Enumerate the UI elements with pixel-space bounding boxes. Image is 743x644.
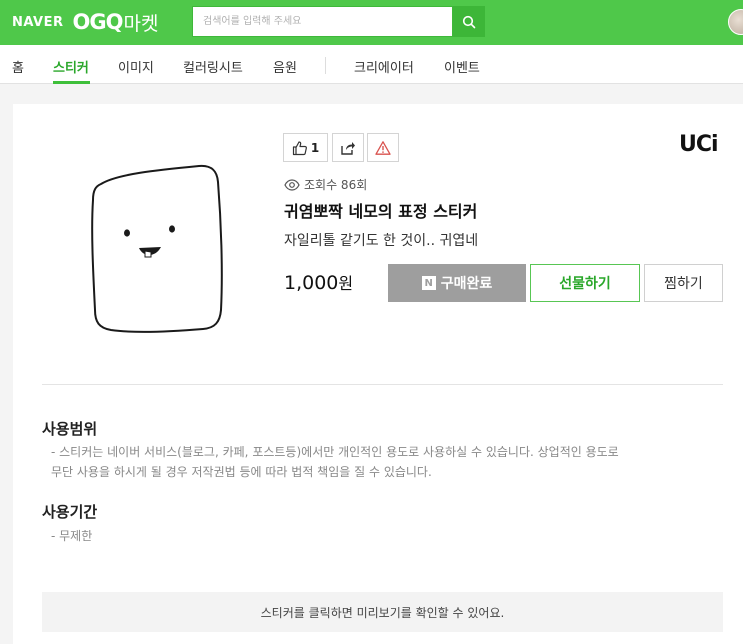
logo-market-text: 마켓	[123, 12, 159, 35]
preview-notice: 스티커를 클릭하면 미리보기를 확인할 수 있어요.	[42, 592, 723, 632]
purchased-label: 구매완료	[440, 276, 493, 292]
view-count: 조회수 86회	[284, 176, 367, 193]
gift-button[interactable]: 선물하기	[530, 264, 640, 302]
purchased-button[interactable]: N 구매완료	[388, 264, 526, 302]
nav-item-sticker[interactable]: 스티커	[53, 57, 89, 76]
search-button[interactable]	[453, 6, 485, 37]
nav-active-indicator	[53, 81, 90, 84]
eye-icon	[284, 178, 300, 191]
sticker-right-eye	[169, 225, 175, 233]
like-button[interactable]: 1	[283, 133, 328, 162]
product-price: 1,000원	[284, 270, 353, 294]
product-description: 자일리톨 같기도 한 것이.. 귀엽네	[284, 233, 479, 249]
section-divider	[42, 384, 723, 385]
usage-scope-title: 사용범위	[42, 420, 98, 438]
nav-item-coloring-sheet[interactable]: 컬러링시트	[183, 57, 243, 76]
usage-period-title: 사용기간	[42, 503, 98, 521]
sticker-left-eye	[124, 229, 130, 237]
nav-item-image[interactable]: 이미지	[118, 57, 154, 76]
share-icon	[341, 141, 355, 155]
warning-icon	[375, 140, 391, 155]
usage-period-text: - 무제한	[51, 529, 93, 543]
nav-item-music[interactable]: 음원	[273, 57, 297, 76]
wishlist-button[interactable]: 찜하기	[644, 264, 723, 302]
naver-ogq-market-logo[interactable]: NAVER OGQ 마켓	[12, 9, 158, 35]
naver-n-icon: N	[421, 276, 436, 290]
nav-item-event[interactable]: 이벤트	[444, 57, 480, 76]
price-unit: 원	[338, 274, 354, 293]
logo-naver-text: NAVER	[12, 14, 64, 30]
nav-divider	[325, 57, 326, 74]
search-input[interactable]	[193, 7, 443, 36]
usage-scope-line1: - 스티커는 네이버 서비스(블로그, 카페, 포스트등)에서만 개인적인 용도…	[51, 445, 619, 459]
share-button[interactable]	[332, 133, 364, 162]
report-button[interactable]	[367, 133, 399, 162]
preview-notice-text: 스티커를 클릭하면 미리보기를 확인할 수 있어요.	[260, 605, 505, 620]
top-bar: NAVER OGQ 마켓	[0, 0, 743, 45]
avatar[interactable]	[728, 9, 743, 35]
thumbs-up-icon	[292, 140, 307, 155]
sticker-preview-image[interactable]	[87, 160, 227, 335]
usage-scope-line2: 무단 사용을 하시게 될 경우 저작권법 등에 따라 법적 책임을 질 수 있습…	[51, 465, 432, 479]
nav-item-home[interactable]: 홈	[12, 57, 24, 76]
search-icon	[462, 15, 476, 28]
category-nav: 홈 스티커 이미지 컬러링시트 음원 크리에이터 이벤트	[0, 45, 743, 84]
nav-item-creator[interactable]: 크리에이터	[354, 57, 414, 76]
search-box	[192, 6, 453, 37]
like-count: 1	[310, 140, 320, 155]
creator-brand-logo[interactable]: UCi	[679, 132, 719, 157]
view-count-label: 조회수 86회	[304, 178, 368, 192]
logo-ogq-text: OGQ	[72, 10, 124, 34]
product-title: 귀염뽀짝 네모의 표정 스티커	[284, 202, 478, 221]
price-value: 1,000	[284, 272, 339, 294]
